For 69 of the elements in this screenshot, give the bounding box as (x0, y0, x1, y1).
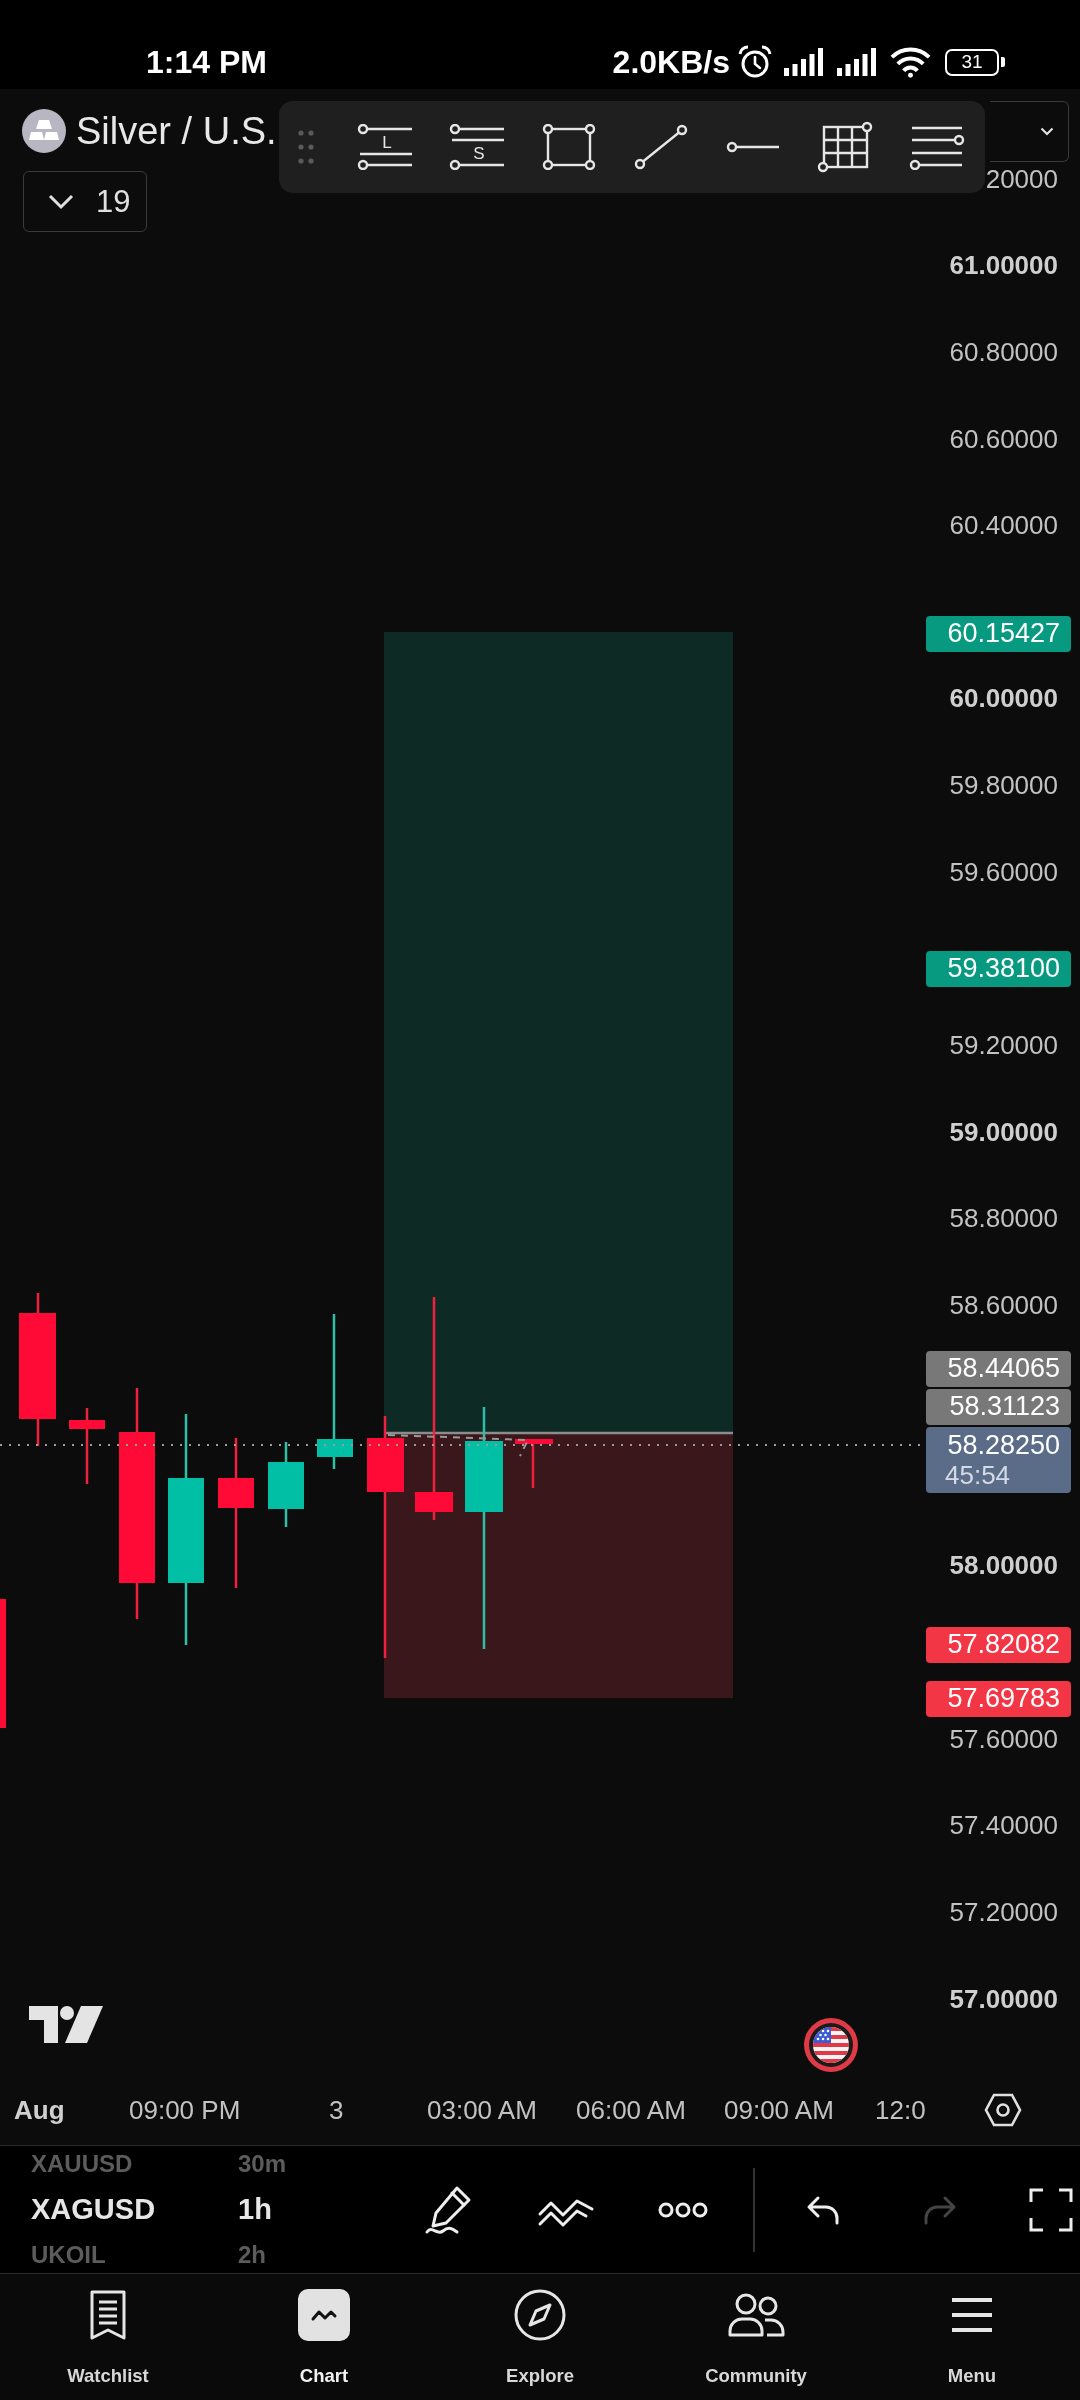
grid-icon (817, 121, 873, 173)
chevron-down-icon (48, 193, 74, 210)
price-tick-label: 60.00000 (949, 684, 1058, 714)
price-label: 59.38100 (947, 953, 1060, 985)
candle (515, 1439, 553, 1488)
price-label: 58.28250 (947, 1429, 1060, 1461)
nav-tab[interactable]: Watchlist (0, 2274, 216, 2400)
price-tick-label: 57.20000 (949, 1898, 1058, 1928)
price-tick-label: 59.00000 (949, 1118, 1058, 1148)
logo-icon (29, 2006, 103, 2043)
compass-icon (514, 2289, 566, 2341)
more-dots-icon (658, 2201, 708, 2218)
wifi-icon (889, 46, 932, 78)
price-tick-label: 57.60000 (949, 1725, 1058, 1755)
price-label: 57.82082 (947, 1629, 1060, 1661)
symbol-title[interactable]: Silver / U.S. (76, 109, 277, 153)
settings-icon[interactable] (984, 2093, 1022, 2127)
price-tick-label: 60.40000 (949, 511, 1058, 541)
alarm-clock-icon (738, 45, 772, 79)
legend-toggle-button[interactable]: 19 (23, 171, 147, 232)
diagonal-line-icon (634, 124, 688, 170)
time-label: 09:00 AM (724, 2094, 834, 2126)
nav-tab[interactable]: Menu (864, 2274, 1080, 2400)
stacked-lines-icon (909, 124, 965, 170)
chart-tile-icon (298, 2289, 350, 2341)
undo-arrow-icon (806, 2194, 840, 2225)
square-handles-icon (542, 124, 596, 170)
countdown-label: 45:54 (944, 1460, 1011, 1491)
price-tick-label: 57.00000 (949, 1985, 1058, 2015)
price-tick-label: 60.60000 (949, 425, 1058, 455)
position-loss-zone[interactable] (384, 1433, 733, 1698)
ingot-stack-icon (22, 109, 66, 153)
price-tick-label: 20000 (985, 165, 1058, 195)
chevron-down-icon (1040, 127, 1054, 136)
battery-indicator: 31 (945, 48, 1005, 76)
price-tick-label: 57.40000 (949, 1811, 1058, 1841)
price-tick-label: 60.80000 (949, 338, 1058, 368)
drag-handle-icon[interactable] (298, 129, 314, 165)
redo-arrow-icon (923, 2194, 957, 2225)
nav-tab[interactable]: Community (648, 2274, 864, 2400)
nav-tab[interactable]: Chart (216, 2274, 432, 2400)
flag-icon[interactable] (804, 2018, 858, 2072)
price-tick-label: 59.80000 (949, 771, 1058, 801)
signal-bars-icon (836, 48, 878, 76)
time-label: Aug (14, 2094, 65, 2126)
price-label: 57.69783 (947, 1683, 1060, 1715)
nav-tab[interactable]: Explore (432, 2274, 648, 2400)
price-tick-label: 58.00000 (949, 1551, 1058, 1581)
long-position-tool[interactable]: L (345, 111, 425, 183)
time-label: 06:00 AM (576, 2094, 686, 2126)
price-label: 60.15427 (947, 618, 1060, 650)
time-label: 12:0 (875, 2094, 926, 2126)
price-tick-label: 58.60000 (949, 1291, 1058, 1321)
time-label: 03:00 AM (427, 2094, 537, 2126)
time-label: 3 (329, 2094, 344, 2126)
signal-bars-icon (784, 48, 824, 76)
price-tick-label: 58.80000 (949, 1204, 1058, 1234)
price-tick-label: 61.00000 (949, 251, 1058, 281)
horizontal-line-icon (726, 141, 780, 153)
price-tick-label: 59.60000 (949, 858, 1058, 888)
clock-time: 1:14 PM (146, 43, 267, 81)
fullscreen-icon (1029, 2187, 1073, 2232)
price-tick-label: 59.20000 (949, 1031, 1058, 1061)
time-label: 09:00 PM (129, 2094, 241, 2126)
network-speed: 2.0KB/s (612, 43, 730, 81)
price-label: 58.31123 (949, 1391, 1060, 1423)
symbol-option[interactable]: XAGUSD 1h (31, 2182, 419, 2237)
price-label: 58.44065 (947, 1353, 1060, 1385)
short-position-tool[interactable]: S (437, 111, 517, 183)
